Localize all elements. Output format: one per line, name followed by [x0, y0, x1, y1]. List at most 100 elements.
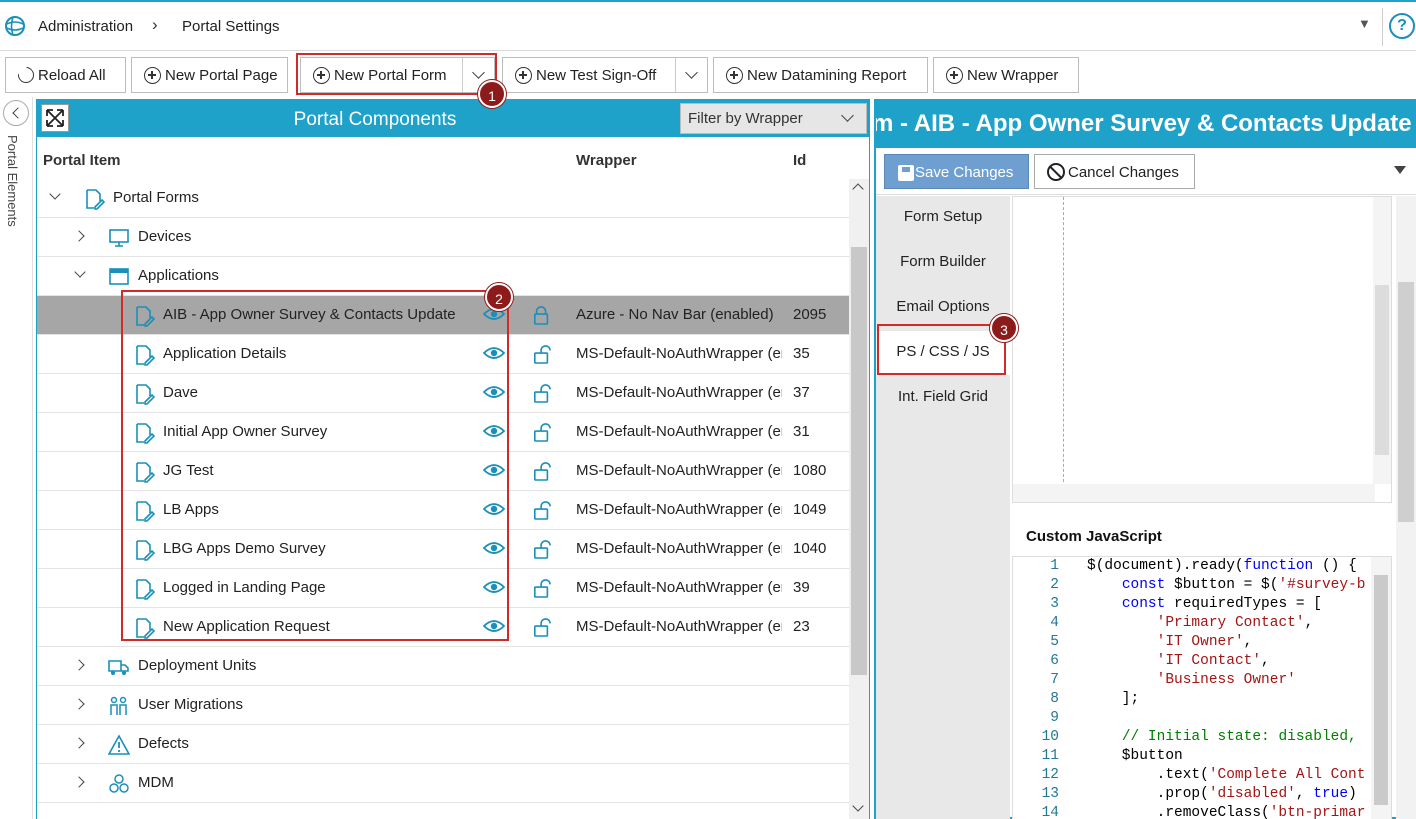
- code-text: 'IT Contact',: [1156, 653, 1270, 669]
- line-number: 8: [1050, 691, 1059, 707]
- scroll-up-icon[interactable]: [852, 183, 864, 195]
- form-editor-title-bar: m - AIB - App Owner Survey & Contacts Up…: [876, 101, 1416, 148]
- line-number: 11: [1041, 748, 1059, 764]
- scrollbar-thumb[interactable]: [1375, 285, 1389, 455]
- cancel-changes-label: Cancel Changes: [1068, 164, 1179, 181]
- expand-chevron-icon[interactable]: [73, 659, 85, 671]
- expand-chevron-icon[interactable]: [74, 266, 86, 278]
- column-header-portal-item[interactable]: Portal Item: [43, 152, 121, 169]
- callout-badge-3: 3: [990, 314, 1018, 342]
- unlock-icon[interactable]: [533, 538, 551, 560]
- plus-circle-icon: [726, 66, 743, 84]
- tree-node-user-migrations[interactable]: User Migrations: [37, 686, 849, 725]
- warning-icon: [108, 734, 130, 755]
- tree-node-deployment-units[interactable]: Deployment Units: [37, 647, 849, 686]
- lock-icon[interactable]: [533, 304, 551, 326]
- scroll-down-icon[interactable]: [852, 800, 864, 812]
- tree-label: User Migrations: [138, 696, 244, 713]
- unlock-icon[interactable]: [533, 382, 551, 404]
- tree-node-devices[interactable]: Devices: [37, 218, 849, 257]
- form-id: 39: [793, 579, 810, 596]
- filter-by-wrapper-select[interactable]: Filter by Wrapper: [680, 103, 867, 134]
- scrollbar-thumb[interactable]: [1398, 282, 1414, 522]
- line-number: 13: [1041, 786, 1059, 802]
- filter-label: Filter by Wrapper: [688, 110, 803, 127]
- line-number: 7: [1050, 672, 1059, 688]
- tree-node-portal-forms[interactable]: Portal Forms: [37, 179, 849, 218]
- cancel-changes-button[interactable]: Cancel Changes: [1034, 154, 1195, 189]
- code-text: .removeClass('btn-primar: [1087, 805, 1366, 819]
- tab-form-setup[interactable]: Form Setup: [876, 196, 1010, 240]
- line-number: 9: [1050, 710, 1059, 726]
- top-bar: Administration › Portal Settings ▼ ?: [0, 0, 1416, 51]
- callout-highlight-ps-css-js-tab: [877, 324, 1006, 375]
- form-wrapper: MS-Default-NoAuthWrapper (enabled): [576, 462, 782, 479]
- breadcrumb-administration[interactable]: Administration: [38, 18, 133, 35]
- line-number: 1: [1050, 558, 1059, 574]
- css-editor-vertical-scrollbar[interactable]: [1373, 197, 1391, 484]
- code-text: const requiredTypes = [: [1121, 596, 1322, 612]
- form-id: 31: [793, 423, 810, 440]
- portal-elements-label[interactable]: Portal Elements: [5, 135, 20, 227]
- new-wrapper-button[interactable]: New Wrapper: [933, 57, 1079, 93]
- line-number: 4: [1050, 615, 1059, 631]
- unlock-icon[interactable]: [533, 577, 551, 599]
- unlock-icon[interactable]: [533, 421, 551, 443]
- collapse-panel-button[interactable]: [3, 100, 29, 126]
- tree-scrollbar[interactable]: [849, 179, 869, 819]
- new-portal-page-button[interactable]: New Portal Page: [131, 57, 288, 93]
- css-editor[interactable]: [1012, 196, 1392, 503]
- unlock-icon[interactable]: [533, 343, 551, 365]
- form-wrapper: MS-Default-NoAuthWrapper (enabled): [576, 384, 782, 401]
- caret-down-icon[interactable]: [1394, 166, 1406, 174]
- unlock-icon[interactable]: [533, 460, 551, 482]
- top-dropdown-icon[interactable]: ▼: [1358, 16, 1371, 31]
- code-editor-scrollbar[interactable]: [1371, 557, 1391, 819]
- app-logo-icon[interactable]: [4, 15, 26, 37]
- custom-javascript-editor[interactable]: 1 $(document).ready(function () {2 const …: [1012, 556, 1392, 819]
- tree-node-mdm[interactable]: MDM: [37, 764, 849, 803]
- reload-icon: [14, 63, 38, 87]
- expand-chevron-icon[interactable]: [73, 698, 85, 710]
- plus-circle-icon: [515, 66, 532, 84]
- line-number: 12: [1041, 767, 1059, 783]
- tree-node-defects[interactable]: Defects: [37, 725, 849, 764]
- scrollbar-thumb[interactable]: [1374, 575, 1388, 805]
- unlock-icon[interactable]: [533, 616, 551, 638]
- expand-chevron-icon[interactable]: [73, 737, 85, 749]
- callout-highlight-form-list: [121, 290, 509, 641]
- form-editor-scrollbar[interactable]: [1396, 196, 1416, 819]
- unlock-icon[interactable]: [533, 499, 551, 521]
- new-datamining-report-button[interactable]: New Datamining Report: [713, 57, 928, 93]
- line-number: 2: [1050, 577, 1059, 593]
- help-icon[interactable]: ?: [1389, 13, 1415, 39]
- tab-int-field-grid[interactable]: Int. Field Grid: [876, 376, 1010, 420]
- form-wrapper: MS-Default-NoAuthWrapper (enabled): [576, 540, 782, 557]
- save-changes-button[interactable]: Save Changes: [884, 154, 1029, 189]
- tab-form-builder[interactable]: Form Builder: [876, 241, 1010, 285]
- line-number: 6: [1050, 653, 1059, 669]
- callout-badge-2: 2: [485, 283, 513, 311]
- expand-chevron-icon[interactable]: [49, 188, 61, 200]
- new-test-signoff-dropdown[interactable]: [675, 58, 707, 92]
- form-id: 1040: [793, 540, 827, 557]
- new-test-signoff-button[interactable]: New Test Sign-Off: [502, 57, 708, 93]
- column-header-id[interactable]: Id: [793, 152, 806, 169]
- form-wrapper: MS-Default-NoAuthWrapper (enabled): [576, 345, 782, 362]
- cancel-ban-icon: [1047, 163, 1065, 181]
- new-wrapper-label: New Wrapper: [967, 66, 1059, 84]
- css-editor-horizontal-scrollbar[interactable]: [1013, 484, 1375, 502]
- expand-chevron-icon[interactable]: [73, 776, 85, 788]
- reload-all-button[interactable]: Reload All: [5, 57, 126, 93]
- scrollbar-thumb[interactable]: [851, 247, 867, 675]
- expand-chevron-icon[interactable]: [73, 230, 85, 242]
- chevron-down-icon: [685, 66, 698, 79]
- column-header-wrapper[interactable]: Wrapper: [576, 152, 637, 169]
- panel-title: Portal Components: [293, 109, 457, 130]
- tree-label: Portal Forms: [113, 189, 199, 206]
- code-text: // Initial state: disabled,: [1121, 729, 1357, 745]
- form-id: 1049: [793, 501, 827, 518]
- form-wrapper: MS-Default-NoAuthWrapper (enabled): [576, 618, 782, 635]
- users-icon: [110, 696, 127, 715]
- truck-icon: [108, 660, 129, 675]
